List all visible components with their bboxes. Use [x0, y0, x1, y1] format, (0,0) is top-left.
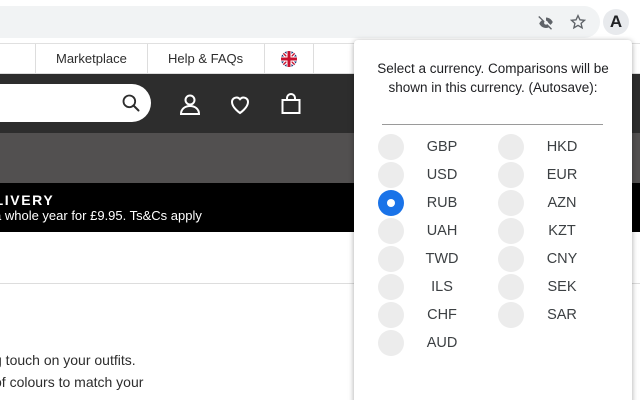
currency-label: SEK	[547, 279, 577, 295]
search-icon[interactable]	[121, 93, 141, 113]
currency-option-cny[interactable]: CNY	[498, 246, 616, 272]
promo-subtitle: a whole year for £9.95. Ts&Cs apply	[0, 208, 202, 223]
currency-radio[interactable]	[378, 274, 404, 300]
currency-radio[interactable]	[378, 190, 404, 216]
nav-link-help-faqs[interactable]: Help & FAQs	[147, 44, 263, 74]
browser-toolbar: A	[0, 0, 640, 44]
currency-radio[interactable]	[498, 274, 524, 300]
currency-label: GBP	[426, 139, 458, 155]
currency-label: USD	[426, 167, 458, 183]
currency-option-twd[interactable]: TWD	[378, 246, 496, 272]
extension-letter: A	[609, 12, 623, 31]
currency-option-aud[interactable]: AUD	[378, 330, 496, 356]
currency-radio[interactable]	[498, 218, 524, 244]
currency-option-sek[interactable]: SEK	[498, 274, 616, 300]
currency-radio[interactable]	[378, 218, 404, 244]
screen: A Marketplace Help & FAQs IVERY a whole …	[0, 0, 640, 400]
currency-option-gbp[interactable]: GBP	[378, 134, 496, 160]
currency-popup: Select a currency. Comparisons will be s…	[354, 40, 632, 400]
content-line-2: of colours to match your	[0, 374, 144, 390]
address-bar[interactable]	[0, 6, 600, 38]
eye-slash-icon[interactable]	[536, 12, 556, 32]
currency-label: AZN	[547, 195, 577, 211]
currency-radio[interactable]	[378, 134, 404, 160]
currency-option-chf[interactable]: CHF	[378, 302, 496, 328]
popup-divider	[382, 124, 603, 125]
currency-label: SAR	[547, 307, 577, 323]
currency-radio[interactable]	[378, 162, 404, 188]
currency-option-eur[interactable]: EUR	[498, 162, 616, 188]
search-input[interactable]	[0, 84, 151, 122]
currency-label: CNY	[546, 251, 578, 267]
currency-option-sar[interactable]: SAR	[498, 302, 616, 328]
currency-radio[interactable]	[498, 134, 524, 160]
currency-radio[interactable]	[378, 246, 404, 272]
uk-flag-icon[interactable]	[264, 44, 314, 74]
bag-icon[interactable]	[279, 92, 303, 116]
currency-radio[interactable]	[498, 302, 524, 328]
popup-heading: Select a currency. Comparisons will be s…	[377, 61, 609, 95]
account-icon[interactable]	[178, 92, 202, 116]
content-line-1: g touch on your outfits.	[0, 352, 136, 368]
currency-radio[interactable]	[378, 330, 404, 356]
nav-link-marketplace[interactable]: Marketplace	[35, 44, 147, 74]
currency-label: KZT	[548, 223, 576, 239]
currency-option-kzt[interactable]: KZT	[498, 218, 616, 244]
currency-option-usd[interactable]: USD	[378, 162, 496, 188]
currency-radio[interactable]	[498, 162, 524, 188]
currency-option-hkd[interactable]: HKD	[498, 134, 616, 160]
promo-title: DELIVERY	[0, 192, 55, 208]
currency-radio[interactable]	[378, 302, 404, 328]
star-icon[interactable]	[568, 12, 588, 32]
currency-option-azn[interactable]: AZN	[498, 190, 616, 216]
heart-icon[interactable]	[228, 92, 252, 116]
currency-label: CHF	[427, 307, 457, 323]
currency-label: ILS	[431, 279, 453, 295]
currency-radio[interactable]	[498, 246, 524, 272]
currency-extension-button[interactable]: A	[603, 9, 629, 35]
currency-label: EUR	[546, 167, 578, 183]
currency-option-rub[interactable]: RUB	[378, 190, 496, 216]
currency-radio[interactable]	[498, 190, 524, 216]
currency-label: UAH	[426, 223, 458, 239]
currency-label: HKD	[546, 139, 578, 155]
currency-label: AUD	[426, 335, 458, 351]
currency-label: TWD	[425, 251, 459, 267]
currency-label: RUB	[426, 195, 458, 211]
currency-option-uah[interactable]: UAH	[378, 218, 496, 244]
currency-option-ils[interactable]: ILS	[378, 274, 496, 300]
